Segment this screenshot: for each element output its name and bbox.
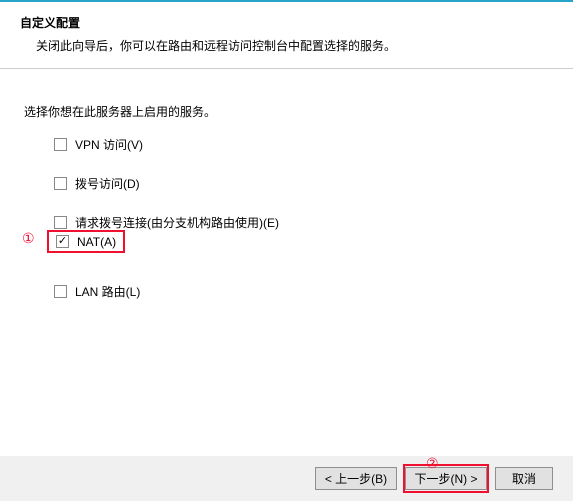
option-demand-dial[interactable]: 请求拨号连接(由分支机构路由使用)(E): [54, 214, 549, 231]
annotation-1: ①: [22, 231, 35, 248]
cancel-button[interactable]: 取消: [495, 467, 553, 490]
wizard-content: 自定义配置 关闭此向导后，你可以在路由和远程访问控制台中配置选择的服务。 选择你…: [0, 2, 573, 456]
option-lan-route[interactable]: LAN 路由(L): [54, 283, 549, 300]
page-subtitle: 关闭此向导后，你可以在路由和远程访问控制台中配置选择的服务。: [20, 37, 553, 54]
checkbox-lan-route[interactable]: [54, 285, 67, 298]
next-button-wrap: 下一步(N) >: [405, 467, 487, 490]
checkbox-dial[interactable]: [54, 177, 67, 190]
wizard-header: 自定义配置 关闭此向导后，你可以在路由和远程访问控制台中配置选择的服务。: [0, 2, 573, 69]
services-prompt: 选择你想在此服务器上启用的服务。: [24, 103, 549, 120]
annotation-2: ②: [426, 456, 439, 473]
wizard-main: 选择你想在此服务器上启用的服务。 VPN 访问(V) 拨号访问(D) 请求拨号连…: [0, 69, 573, 300]
option-dial[interactable]: 拨号访问(D): [54, 175, 549, 192]
checkbox-nat[interactable]: [56, 235, 69, 248]
checkbox-demand-dial[interactable]: [54, 216, 67, 229]
wizard-button-bar: < 上一步(B) 下一步(N) > 取消: [0, 456, 573, 501]
label-demand-dial: 请求拨号连接(由分支机构路由使用)(E): [75, 214, 279, 231]
label-nat: NAT(A): [77, 235, 116, 249]
option-nat[interactable]: NAT(A): [47, 230, 125, 253]
option-vpn[interactable]: VPN 访问(V): [54, 136, 549, 153]
page-title: 自定义配置: [20, 14, 553, 31]
next-button[interactable]: 下一步(N) >: [405, 467, 487, 490]
label-lan-route: LAN 路由(L): [75, 283, 140, 300]
checkbox-vpn[interactable]: [54, 138, 67, 151]
back-button[interactable]: < 上一步(B): [315, 467, 397, 490]
label-dial: 拨号访问(D): [75, 175, 140, 192]
label-vpn: VPN 访问(V): [75, 136, 143, 153]
